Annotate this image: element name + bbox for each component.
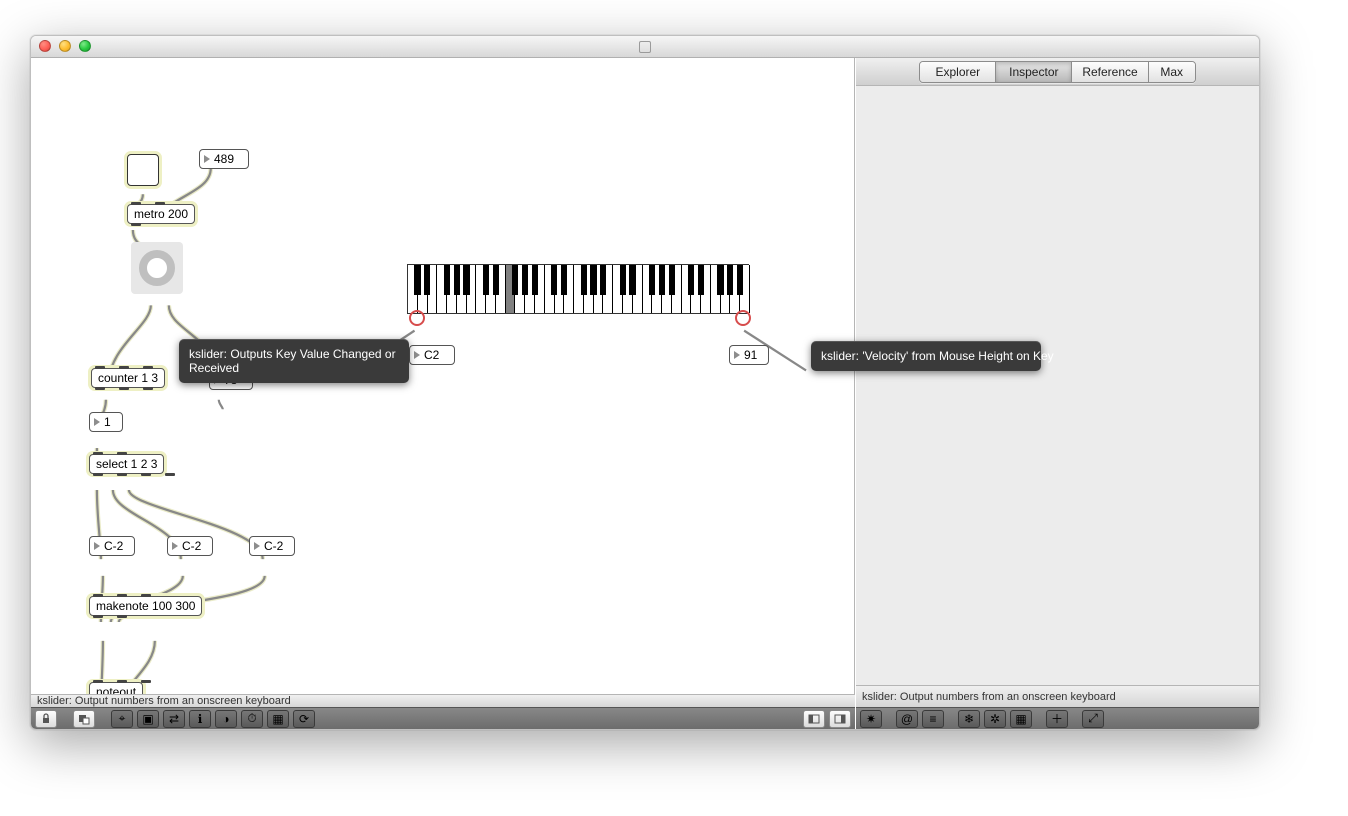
- object-text: select 1 2 3: [96, 457, 157, 471]
- footer-icon[interactable]: ❄: [958, 710, 980, 728]
- black-key[interactable]: [493, 265, 499, 295]
- sidebar-right-icon[interactable]: [829, 710, 851, 728]
- black-key[interactable]: [581, 265, 587, 295]
- black-key[interactable]: [522, 265, 528, 295]
- footer-left: ⌖ ▣ ⇄ ℹ ◑ ⏱ ▦ ⟳: [31, 707, 855, 729]
- inspector-panel: Explorer Inspector Reference Max kslider…: [855, 58, 1259, 729]
- object-text: metro 200: [134, 207, 188, 221]
- makenote-object[interactable]: makenote 100 300: [89, 596, 202, 616]
- number-value: C-2: [182, 539, 201, 553]
- footer-icon[interactable]: ＋: [1046, 710, 1068, 728]
- select-object[interactable]: select 1 2 3: [89, 454, 164, 474]
- tab-explorer[interactable]: Explorer: [920, 62, 996, 82]
- toolbar-icon[interactable]: ◑: [215, 710, 237, 728]
- footer-icon[interactable]: @: [896, 710, 918, 728]
- toolbar-icon[interactable]: ⇄: [163, 710, 185, 728]
- black-key[interactable]: [717, 265, 723, 295]
- toolbar-icon[interactable]: ▦: [267, 710, 289, 728]
- window-title-icon: [639, 41, 651, 53]
- tooltip-outlet-note: kslider: Outputs Key Value Changed or Re…: [179, 339, 409, 383]
- black-key[interactable]: [532, 265, 538, 295]
- counter-object[interactable]: counter 1 3: [91, 368, 165, 388]
- black-key[interactable]: [444, 265, 450, 295]
- toolbar-icon[interactable]: ⌖: [111, 710, 133, 728]
- tab-inspector[interactable]: Inspector: [996, 62, 1072, 82]
- object-text: counter 1 3: [98, 371, 158, 385]
- toggle-object[interactable]: [127, 154, 159, 186]
- number-box-tempo[interactable]: 489: [199, 149, 249, 169]
- footer-icon[interactable]: ≡: [922, 710, 944, 728]
- footer-icon[interactable]: ⤢: [1082, 710, 1104, 728]
- black-key[interactable]: [512, 265, 518, 295]
- number-value: 1: [104, 415, 111, 429]
- black-key[interactable]: [454, 265, 460, 295]
- kslider-note-out[interactable]: C2: [409, 345, 455, 365]
- black-key[interactable]: [649, 265, 655, 295]
- toolbar-icon[interactable]: ℹ: [189, 710, 211, 728]
- black-key[interactable]: [463, 265, 469, 295]
- number-value: C2: [424, 348, 439, 362]
- black-key[interactable]: [414, 265, 420, 295]
- status-bar-left: kslider: Output numbers from an onscreen…: [31, 694, 855, 707]
- toolbar-icon[interactable]: ⏱: [241, 710, 263, 728]
- black-key[interactable]: [590, 265, 596, 295]
- outlet-marker-left: [409, 310, 425, 326]
- black-key[interactable]: [659, 265, 665, 295]
- inspector-body[interactable]: [856, 86, 1259, 685]
- toolbar-icon[interactable]: ⟳: [293, 710, 315, 728]
- metro-object[interactable]: metro 200: [127, 204, 195, 224]
- black-key[interactable]: [551, 265, 557, 295]
- black-key[interactable]: [424, 265, 430, 295]
- patcher-canvas[interactable]: 489 metro 200 counter 1 3 78: [31, 58, 855, 729]
- status-text: kslider: Output numbers from an onscreen…: [37, 695, 291, 707]
- new-object-icon[interactable]: [73, 710, 95, 728]
- black-key[interactable]: [483, 265, 489, 295]
- tooltip-outlet-velocity: kslider: 'Velocity' from Mouse Height on…: [811, 341, 1041, 371]
- number-value: C-2: [264, 539, 283, 553]
- number-value: 489: [214, 152, 234, 166]
- footer-icon[interactable]: ✲: [984, 710, 1006, 728]
- black-key[interactable]: [629, 265, 635, 295]
- note-box-b[interactable]: C-2: [167, 536, 213, 556]
- outlet-marker-right: [735, 310, 751, 326]
- bang-ring-icon: [139, 250, 175, 286]
- toolbar-icon[interactable]: ▣: [137, 710, 159, 728]
- black-key[interactable]: [727, 265, 733, 295]
- tab-reference[interactable]: Reference: [1072, 62, 1148, 82]
- lock-icon[interactable]: [35, 710, 57, 728]
- black-key[interactable]: [561, 265, 567, 295]
- black-key[interactable]: [688, 265, 694, 295]
- titlebar[interactable]: [31, 36, 1259, 58]
- tab-max[interactable]: Max: [1149, 62, 1195, 82]
- footer-icon[interactable]: ✷: [860, 710, 882, 728]
- tooltip-text: kslider: 'Velocity' from Mouse Height on…: [821, 349, 1054, 363]
- object-text: makenote 100 300: [96, 599, 195, 613]
- black-key[interactable]: [698, 265, 704, 295]
- number-value: 91: [744, 348, 757, 362]
- note-box-a[interactable]: C-2: [89, 536, 135, 556]
- sidebar-left-icon[interactable]: [803, 710, 825, 728]
- tooltip-text: kslider: Outputs Key Value Changed or Re…: [189, 347, 396, 375]
- minimize-icon[interactable]: [59, 40, 71, 52]
- status-bar-right: kslider: Output numbers from an onscreen…: [856, 685, 1259, 707]
- panel-tab-row: Explorer Inspector Reference Max: [856, 58, 1259, 86]
- status-text: kslider: Output numbers from an onscreen…: [862, 691, 1116, 703]
- close-icon[interactable]: [39, 40, 51, 52]
- number-value: C-2: [104, 539, 123, 553]
- black-key[interactable]: [669, 265, 675, 295]
- footer-right: ✷ @ ≡ ❄ ✲ ▦ ＋ ⤢: [856, 707, 1259, 729]
- black-key[interactable]: [737, 265, 743, 295]
- black-key[interactable]: [600, 265, 606, 295]
- footer-icon[interactable]: ▦: [1010, 710, 1032, 728]
- kslider-keyboard[interactable]: [407, 264, 749, 314]
- zoom-icon[interactable]: [79, 40, 91, 52]
- app-window: 489 metro 200 counter 1 3 78: [30, 35, 1260, 730]
- button-bang-object[interactable]: [131, 242, 183, 294]
- black-key[interactable]: [620, 265, 626, 295]
- kslider-velocity-out[interactable]: 91: [729, 345, 769, 365]
- note-box-c[interactable]: C-2: [249, 536, 295, 556]
- message-one[interactable]: 1: [89, 412, 123, 432]
